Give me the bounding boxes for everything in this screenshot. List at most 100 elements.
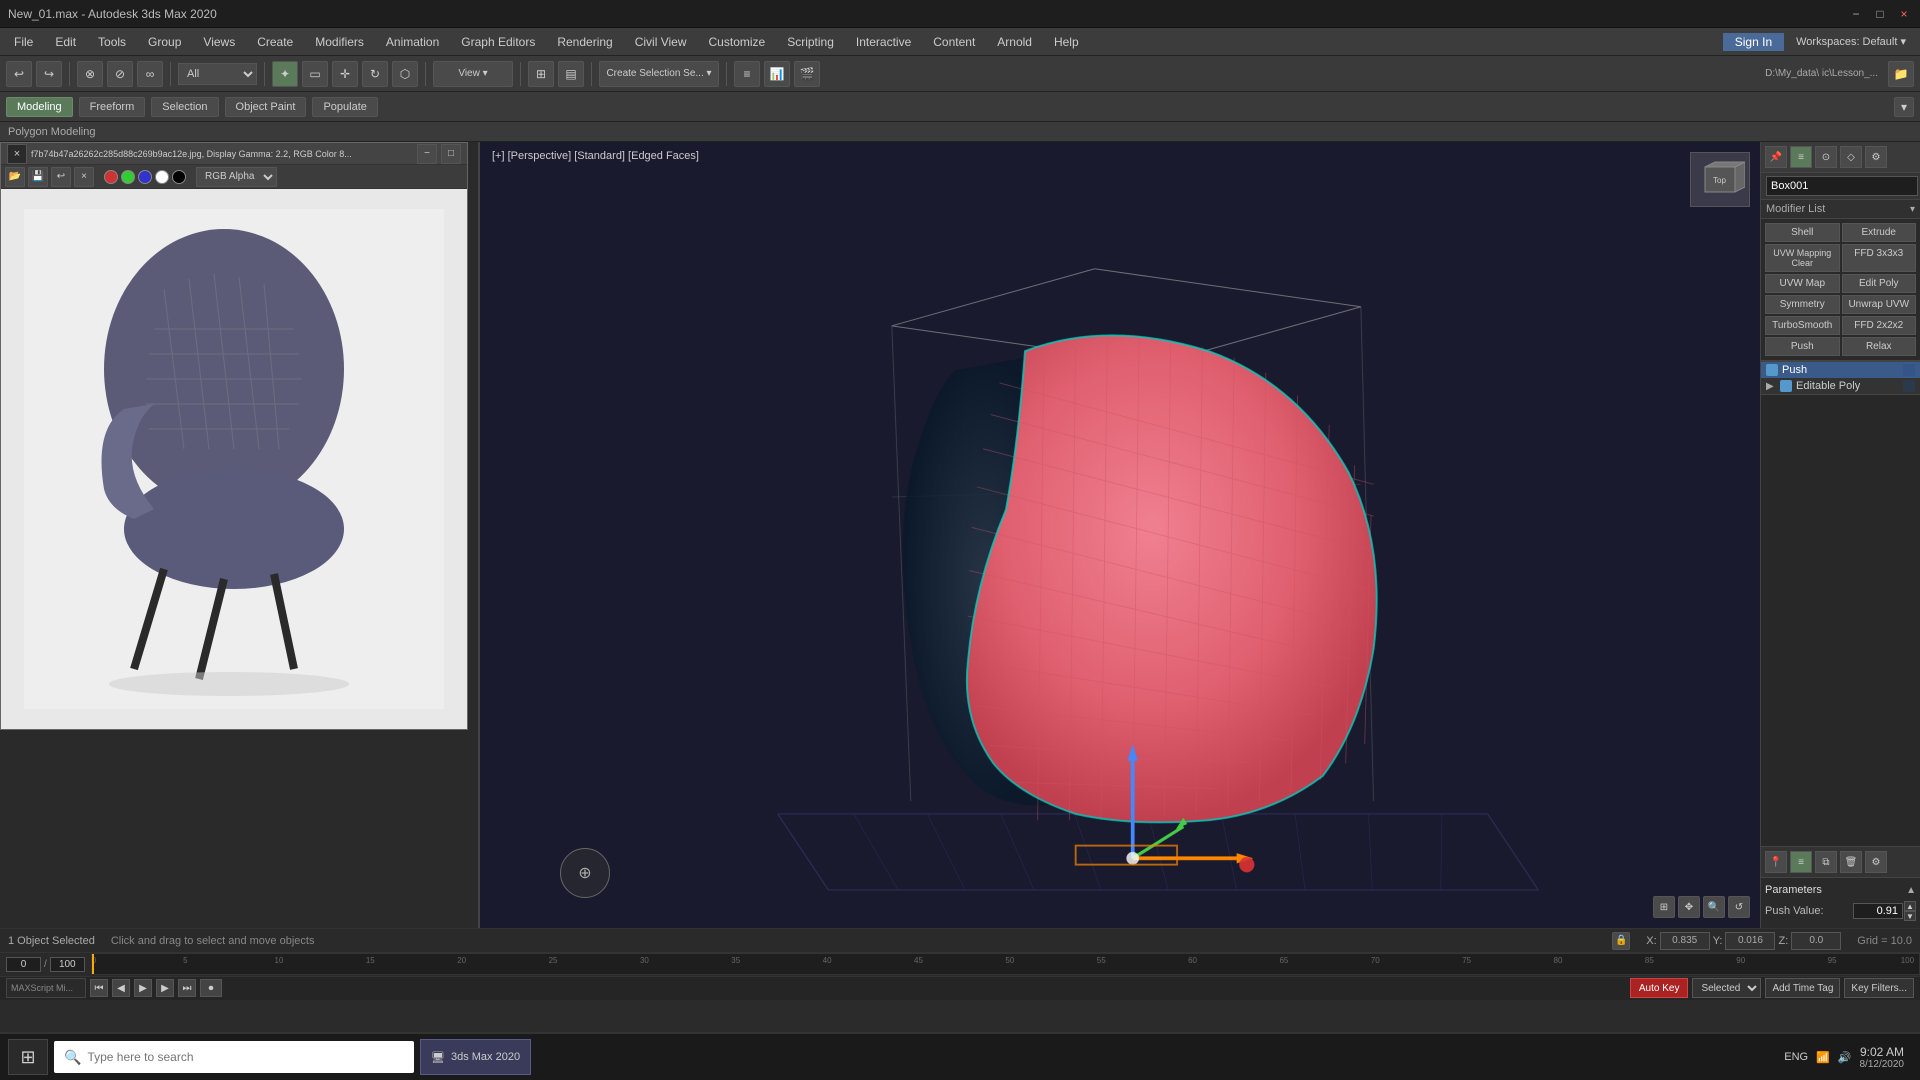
timeline-cursor[interactable] xyxy=(92,954,94,974)
parameters-header[interactable]: Parameters ▲ xyxy=(1765,882,1916,898)
color-red[interactable] xyxy=(104,170,118,184)
configure-btn[interactable]: ⚙ xyxy=(1865,146,1887,168)
menu-interactive[interactable]: Interactive xyxy=(846,33,921,51)
3d-viewport[interactable]: [+] [Perspective] [Standard] [Edged Face… xyxy=(480,142,1760,928)
color-blue[interactable] xyxy=(138,170,152,184)
y-coord-input[interactable] xyxy=(1725,932,1775,950)
stack-item-editable-poly[interactable]: ▶ Editable Poly xyxy=(1761,378,1920,394)
go-to-start-btn[interactable]: ⏮ xyxy=(90,979,108,997)
mod-btn-shell[interactable]: Shell xyxy=(1765,223,1840,242)
minimize-button[interactable]: − xyxy=(1848,6,1864,22)
key-filters-button[interactable]: Key Filters... xyxy=(1844,978,1914,998)
mod-btn-ffd-2x2x2[interactable]: FFD 2x2x2 xyxy=(1842,316,1917,335)
selection-filter-dropdown[interactable]: All Geometry Shapes xyxy=(178,63,257,85)
pin-stack-btn[interactable]: 📌 xyxy=(1765,146,1787,168)
color-white[interactable] xyxy=(155,170,169,184)
mod-btn-extrude[interactable]: Extrude xyxy=(1842,223,1917,242)
z-coord-input[interactable] xyxy=(1791,932,1841,950)
timeline-track[interactable]: 0 5 10 15 20 25 30 35 40 45 50 55 60 65 … xyxy=(91,953,1920,975)
tab-freeform[interactable]: Freeform xyxy=(79,97,146,117)
workspaces-dropdown[interactable]: Workspaces: Default ▾ xyxy=(1786,33,1916,50)
current-frame-input[interactable] xyxy=(6,957,41,972)
play-btn[interactable]: ▶ xyxy=(134,979,152,997)
prev-frame-btn[interactable]: ◀ xyxy=(112,979,130,997)
taskbar-item-3dsmax[interactable]: 🖥 3ds Max 2020 xyxy=(420,1039,531,1075)
image-window-maximize[interactable]: □ xyxy=(441,144,461,164)
select-region-button[interactable]: ▭ xyxy=(302,61,328,87)
mod-btn-unwrap-uvw[interactable]: Unwrap UVW xyxy=(1842,295,1917,314)
menu-views[interactable]: Views xyxy=(193,33,245,51)
select-button[interactable]: ✦ xyxy=(272,61,298,87)
sign-in-button[interactable]: Sign In xyxy=(1723,33,1784,51)
mod-btn-uvw-mapping-clear[interactable]: UVW Mapping Clear xyxy=(1765,244,1840,272)
layer-button[interactable]: ≡ xyxy=(734,61,760,87)
mirror-button[interactable]: ⊞ xyxy=(528,61,554,87)
end-frame-input[interactable] xyxy=(50,957,85,972)
undo-button[interactable]: ↩ xyxy=(6,61,32,87)
bind-space-warp[interactable]: ∞ xyxy=(137,61,163,87)
color-black[interactable] xyxy=(172,170,186,184)
unlink-button[interactable]: ⊘ xyxy=(107,61,133,87)
save-file-btn[interactable]: 💾 xyxy=(28,167,48,187)
push-value-down-btn[interactable]: ▼ xyxy=(1904,911,1916,921)
delete-modifier-btn[interactable]: 🗑 xyxy=(1840,851,1862,873)
add-time-tag-button[interactable]: Add Time Tag xyxy=(1765,978,1840,998)
show-result-on-off[interactable]: ⊙ xyxy=(1815,146,1837,168)
push-value-input[interactable]: 0.91 xyxy=(1853,903,1903,919)
menu-animation[interactable]: Animation xyxy=(376,33,449,51)
tab-modeling[interactable]: Modeling xyxy=(6,97,73,117)
zoom-extents-btn[interactable]: ⊞ xyxy=(1653,896,1675,918)
menu-help[interactable]: Help xyxy=(1044,33,1089,51)
x-coord-input[interactable] xyxy=(1660,932,1710,950)
reference-coord-dropdown[interactable]: View ▾ xyxy=(433,61,513,87)
menu-civil-view[interactable]: Civil View xyxy=(625,33,697,51)
next-frame-btn[interactable]: ▶ xyxy=(156,979,174,997)
color-green[interactable] xyxy=(121,170,135,184)
mod-btn-edit-poly[interactable]: Edit Poly xyxy=(1842,274,1917,293)
menu-arnold[interactable]: Arnold xyxy=(987,33,1042,51)
menu-group[interactable]: Group xyxy=(138,33,191,51)
menu-edit[interactable]: Edit xyxy=(45,33,86,51)
orbit-btn[interactable]: ↺ xyxy=(1728,896,1750,918)
menu-modifiers[interactable]: Modifiers xyxy=(305,33,374,51)
image-window-close-btn[interactable]: × xyxy=(7,144,27,164)
tab-populate[interactable]: Populate xyxy=(312,97,377,117)
mod-btn-push[interactable]: Push xyxy=(1765,337,1840,356)
render-setup-button[interactable]: 🎬 xyxy=(794,61,820,87)
stack-list-btn[interactable]: ≡ xyxy=(1790,851,1812,873)
path-browse-button[interactable]: 📁 xyxy=(1888,61,1914,87)
redo-button[interactable]: ↪ xyxy=(36,61,62,87)
zoom-btn[interactable]: 🔍 xyxy=(1703,896,1725,918)
mod-btn-symmetry[interactable]: Symmetry xyxy=(1765,295,1840,314)
mod-btn-ffd-3x3x3[interactable]: FFD 3x3x3 xyxy=(1842,244,1917,272)
toolbar2-settings[interactable]: ▾ xyxy=(1894,97,1914,117)
close-button[interactable]: × xyxy=(1896,6,1912,22)
menu-scripting[interactable]: Scripting xyxy=(777,33,844,51)
search-input[interactable] xyxy=(87,1050,404,1064)
modifier-list-dropdown[interactable]: Modifier List ▾ xyxy=(1761,200,1920,219)
viewport-cube[interactable]: Top xyxy=(1690,152,1750,207)
menu-content[interactable]: Content xyxy=(923,33,985,51)
tab-selection[interactable]: Selection xyxy=(151,97,218,117)
object-name-input[interactable] xyxy=(1766,176,1918,196)
move-button[interactable]: ✛ xyxy=(332,61,358,87)
align-button[interactable]: ▤ xyxy=(558,61,584,87)
mod-btn-turbosmooth[interactable]: TurboSmooth xyxy=(1765,316,1840,335)
menu-rendering[interactable]: Rendering xyxy=(547,33,622,51)
lock-pin-btn[interactable]: 📍 xyxy=(1765,851,1787,873)
graph-editors-button[interactable]: 📊 xyxy=(764,61,790,87)
start-button[interactable]: ⊞ xyxy=(8,1039,48,1075)
menu-tools[interactable]: Tools xyxy=(88,33,136,51)
select-link-button[interactable]: ⊗ xyxy=(77,61,103,87)
pan-btn[interactable]: ✥ xyxy=(1678,896,1700,918)
menu-graph-editors[interactable]: Graph Editors xyxy=(451,33,545,51)
open-file-btn[interactable]: 📂 xyxy=(5,167,25,187)
go-to-end-btn[interactable]: ⏭ xyxy=(178,979,196,997)
show-result-btn[interactable]: ≡ xyxy=(1790,146,1812,168)
config-modifier-btn[interactable]: ⚙ xyxy=(1865,851,1887,873)
undo-img-btn[interactable]: ↩ xyxy=(51,167,71,187)
channel-dropdown[interactable]: RGB Alpha RGB Alpha xyxy=(196,167,277,187)
scale-button[interactable]: ⬡ xyxy=(392,61,418,87)
menu-file[interactable]: File xyxy=(4,33,43,51)
tab-object-paint[interactable]: Object Paint xyxy=(225,97,307,117)
